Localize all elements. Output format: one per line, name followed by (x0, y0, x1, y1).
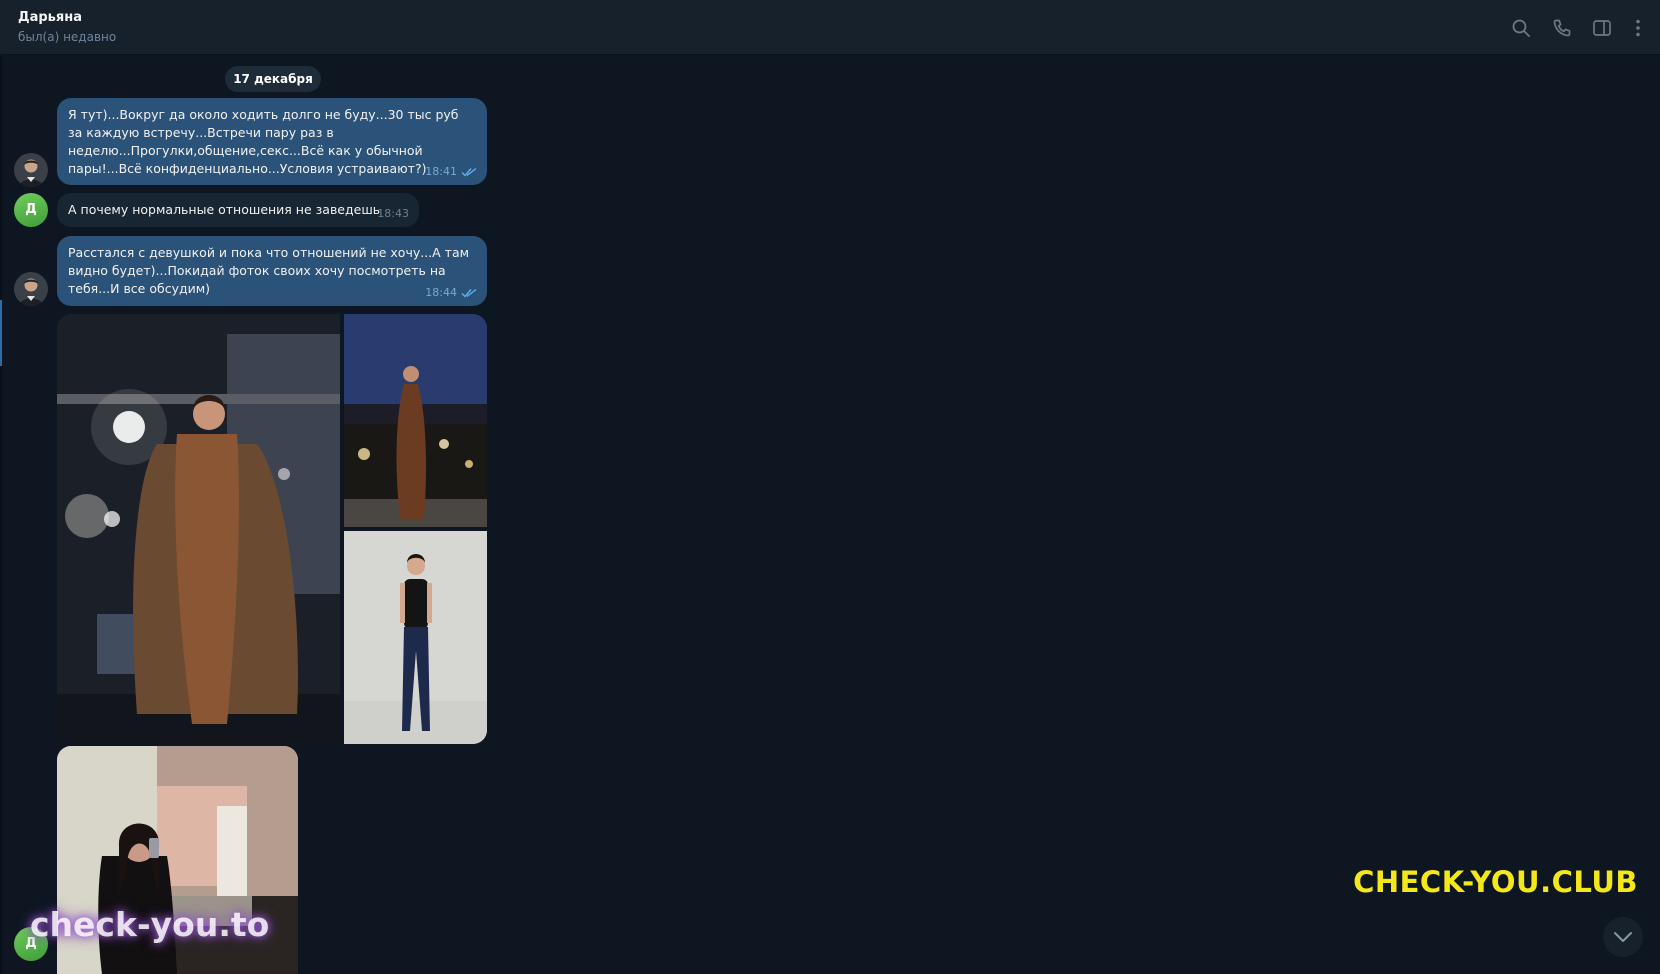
brand-watermark: CHECK-YOU.CLUB (1353, 865, 1638, 899)
sender-avatar[interactable] (14, 272, 48, 306)
message-text: Я тут)...Вокруг да около ходить долго не… (68, 107, 459, 176)
date-separator: 17 декабря (225, 66, 321, 92)
site-watermark: check-you.to (30, 905, 270, 944)
message-time: 18:43 (377, 207, 409, 220)
message-meta: 18:44 (425, 284, 477, 302)
more-icon[interactable] (1627, 17, 1649, 39)
sender-avatar[interactable] (14, 153, 48, 187)
double-check-icon (461, 288, 477, 298)
contact-avatar[interactable]: Д (14, 193, 48, 227)
side-panel-icon[interactable] (1591, 17, 1613, 39)
message-meta: 18:41 (425, 163, 477, 181)
left-edge-marker (0, 300, 2, 366)
runway-photo-large[interactable] (57, 314, 340, 744)
double-check-icon (461, 167, 477, 177)
message-bubble-outgoing[interactable]: Расстался с девушкой и пока что отношени… (57, 236, 487, 306)
scroll-down-button[interactable] (1603, 917, 1643, 957)
message-time: 18:44 (425, 286, 457, 299)
message-time: 18:41 (425, 165, 457, 178)
search-icon[interactable] (1510, 17, 1532, 39)
runway-photo-small[interactable] (344, 314, 487, 527)
message-meta: 18:43 (377, 205, 409, 223)
chat-title[interactable]: Дарьяна (18, 10, 82, 25)
message-bubble-outgoing[interactable]: Я тут)...Вокруг да около ходить долго не… (57, 98, 487, 185)
chat-header: Дарьяна был(а) недавно (0, 0, 1660, 55)
phone-icon[interactable] (1551, 17, 1573, 39)
chat-status: был(а) недавно (18, 30, 117, 44)
photo-album (57, 314, 487, 744)
message-text: Расстался с девушкой и пока что отношени… (68, 245, 470, 296)
chevron-down-icon (1614, 932, 1632, 942)
message-text: А почему нормальные отношения не заведеш… (68, 202, 381, 217)
left-edge (0, 55, 2, 974)
studio-photo[interactable] (344, 531, 487, 744)
message-bubble-incoming[interactable]: А почему нормальные отношения не заведеш… (57, 193, 419, 227)
